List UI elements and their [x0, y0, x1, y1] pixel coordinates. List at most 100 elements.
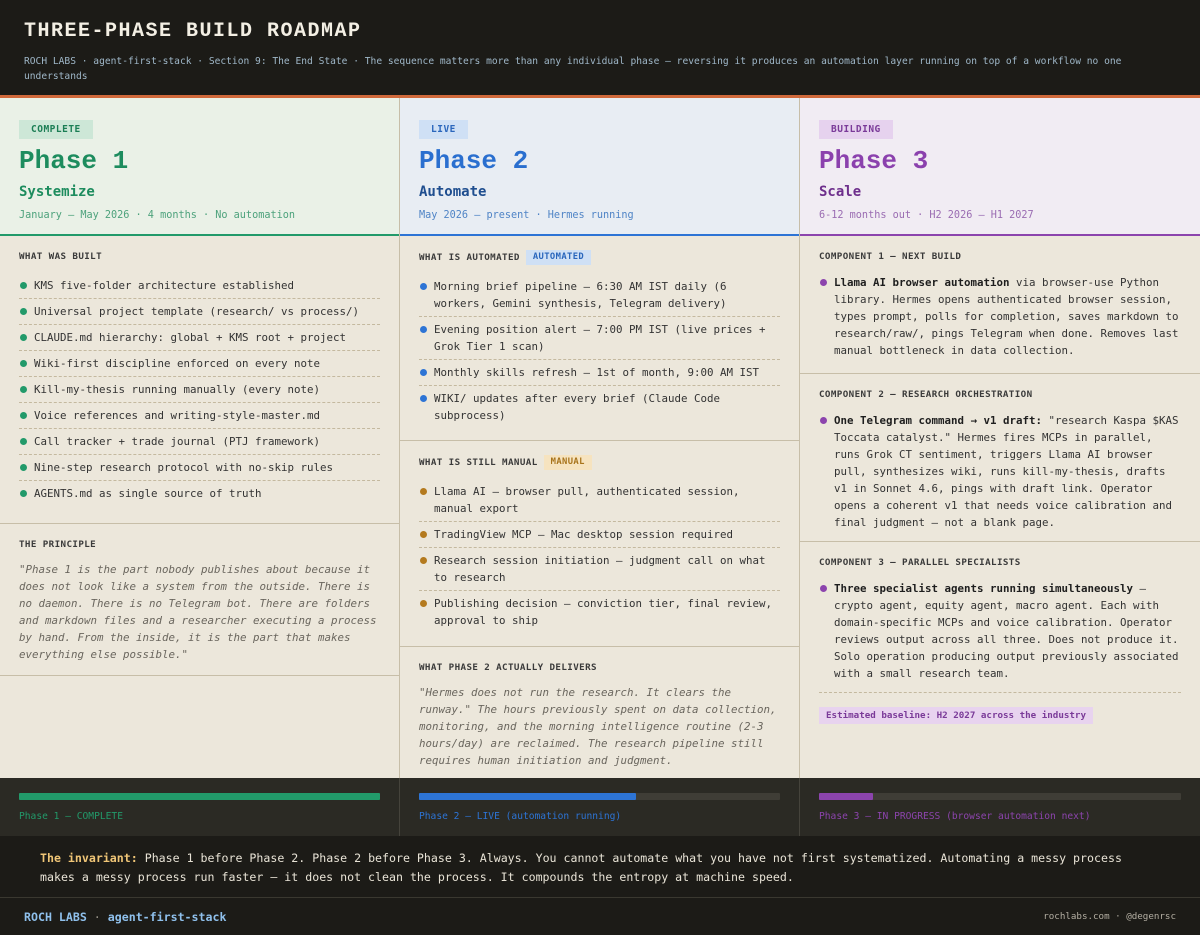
progress-track [819, 793, 1181, 800]
progress-label: Phase 2 — LIVE (automation running) [419, 811, 622, 822]
progress-fill [419, 793, 636, 800]
bullet-dot-icon [20, 386, 27, 393]
page-subtitle: ROCH LABS · agent-first-stack · Section … [24, 56, 1122, 82]
invariant-banner: The invariant: Phase 1 before Phase 2. P… [0, 836, 1200, 898]
phase-name: Scale [819, 184, 862, 200]
list-item: TradingView MCP — Mac desktop session re… [419, 522, 780, 548]
section-label: COMPONENT 3 — PARALLEL SPECIALISTS [819, 557, 1021, 568]
principle-section: THE PRINCIPLE "Phase 1 is the part nobod… [0, 524, 399, 676]
bullet-dot-icon [20, 308, 27, 315]
phase-2-column: LIVE Phase 2 Automate May 2026 — present… [400, 98, 800, 778]
bullet-dot-icon [820, 279, 827, 286]
bullet-dot-icon [420, 395, 427, 402]
phase-name: Automate [419, 184, 487, 200]
invariant-lead: The invariant: [40, 851, 138, 865]
phase-3-progress: Phase 3 — IN PROGRESS (browser automatio… [800, 778, 1200, 836]
progress-fill [819, 793, 874, 800]
manual-tag: MANUAL [543, 455, 592, 470]
bullet-dot-icon [20, 412, 27, 419]
phase-3-header: BUILDING Phase 3 Scale 6-12 months out ·… [800, 98, 1200, 236]
automated-tag: AUTOMATED [525, 250, 592, 265]
bullet-dot-icon [20, 360, 27, 367]
list-item: Kill-my-thesis running manually (every n… [19, 377, 380, 403]
section-label: COMPONENT 2 — RESEARCH ORCHESTRATION [819, 389, 1033, 400]
phase-2-progress: Phase 2 — LIVE (automation running) [400, 778, 800, 836]
bullet-dot-icon [420, 600, 427, 607]
list-item: Llama AI — browser pull, authenticated s… [419, 479, 780, 522]
phase-name: Systemize [19, 184, 95, 200]
section-label: COMPONENT 1 — NEXT BUILD [819, 251, 962, 262]
list-item: Universal project template (research/ vs… [19, 299, 380, 325]
list-item: KMS five-folder architecture established [19, 273, 380, 299]
progress-label: Phase 3 — IN PROGRESS (browser automatio… [819, 811, 1091, 822]
bullet-dot-icon [20, 490, 27, 497]
bullet-dot-icon [420, 557, 427, 564]
phase-3-column: BUILDING Phase 3 Scale 6-12 months out ·… [800, 98, 1200, 778]
bullet-dot-icon [420, 283, 427, 290]
phase-title: Phase 3 [819, 146, 929, 176]
invariant-text: Phase 1 before Phase 2. Phase 2 before P… [40, 851, 1122, 884]
status-badge: COMPLETE [19, 120, 93, 139]
list-item: Research session initiation — judgment c… [419, 548, 780, 591]
footer-brand: ROCH LABS · agent-first-stack [24, 909, 227, 924]
list-item: Evening position alert — 7:00 PM IST (li… [419, 317, 780, 360]
automated-list: Morning brief pipeline — 6:30 AM IST dai… [419, 274, 780, 428]
component-description: Three specialist agents running simultan… [819, 580, 1181, 682]
phase-1-progress: Phase 1 — COMPLETE [0, 778, 400, 836]
bullet-dot-icon [820, 417, 827, 424]
bullet-dot-icon [20, 438, 27, 445]
component-3-section: COMPONENT 3 — PARALLEL SPECIALISTS Three… [800, 542, 1200, 778]
header: THREE-PHASE BUILD ROADMAP ROCH LABS · ag… [0, 0, 1200, 98]
list-item: Publishing decision — conviction tier, f… [419, 591, 780, 633]
component-1-section: COMPONENT 1 — NEXT BUILD Llama AI browse… [800, 236, 1200, 374]
phase-columns: COMPLETE Phase 1 Systemize January — May… [0, 98, 1200, 778]
bullet-dot-icon [420, 488, 427, 495]
what-is-automated-section: WHAT IS AUTOMATED AUTOMATED Morning brie… [400, 236, 799, 441]
bullet-dot-icon [20, 464, 27, 471]
section-label: WHAT PHASE 2 ACTUALLY DELIVERS [419, 662, 597, 673]
list-item: Monthly skills refresh — 1st of month, 9… [419, 360, 780, 386]
phase-meta: January — May 2026 · 4 months · No autom… [19, 210, 296, 221]
component-2-section: COMPONENT 2 — RESEARCH ORCHESTRATION One… [800, 374, 1200, 542]
list-item: Wiki-first discipline enforced on every … [19, 351, 380, 377]
section-label: WHAT IS AUTOMATED AUTOMATED [419, 250, 780, 265]
list-item: CLAUDE.md hierarchy: global + KMS root +… [19, 325, 380, 351]
what-was-built-section: WHAT WAS BUILT KMS five-folder architect… [0, 236, 399, 524]
progress-track [19, 793, 380, 800]
list-item: Call tracker + trade journal (PTJ framew… [19, 429, 380, 455]
section-label: WHAT IS STILL MANUAL MANUAL [419, 455, 780, 470]
component-description: Llama AI browser automation via browser-… [819, 274, 1181, 359]
progress-label: Phase 1 — COMPLETE [19, 811, 123, 822]
list-item: Nine-step research protocol with no-skip… [19, 455, 380, 481]
phase-1-header: COMPLETE Phase 1 Systemize January — May… [0, 98, 399, 236]
delivers-quote: "Hermes does not run the research. It cl… [419, 686, 777, 767]
section-label: THE PRINCIPLE [19, 539, 97, 550]
footer-links: rochlabs.com · @degenrsc [1043, 911, 1176, 922]
baseline-wrap: Estimated baseline: H2 2027 across the i… [819, 692, 1181, 724]
component-description: One Telegram command → v1 draft: "resear… [819, 412, 1181, 531]
status-badge: LIVE [419, 120, 468, 139]
progress-fill [19, 793, 380, 800]
built-list: KMS five-folder architecture established… [19, 273, 380, 506]
phase-title: Phase 2 [419, 146, 529, 176]
delivers-section: WHAT PHASE 2 ACTUALLY DELIVERS "Hermes d… [400, 647, 799, 778]
phase-1-column: COMPLETE Phase 1 Systemize January — May… [0, 98, 400, 778]
phase-2-header: LIVE Phase 2 Automate May 2026 — present… [400, 98, 799, 236]
progress-row: Phase 1 — COMPLETE Phase 2 — LIVE (autom… [0, 778, 1200, 836]
bullet-dot-icon [20, 282, 27, 289]
what-is-manual-section: WHAT IS STILL MANUAL MANUAL Llama AI — b… [400, 441, 799, 647]
section-label: WHAT WAS BUILT [19, 251, 103, 262]
principle-quote: "Phase 1 is the part nobody publishes ab… [19, 563, 377, 661]
bullet-dot-icon [420, 531, 427, 538]
phase-meta: May 2026 — present · Hermes running [419, 210, 634, 221]
list-item: WIKI/ updates after every brief (Claude … [419, 386, 780, 428]
list-item: Voice references and writing-style-maste… [19, 403, 380, 429]
footer: ROCH LABS · agent-first-stack rochlabs.c… [0, 898, 1200, 935]
list-item: AGENTS.md as single source of truth [19, 481, 380, 506]
phase-meta: 6-12 months out · H2 2026 — H1 2027 [819, 210, 1034, 221]
bullet-dot-icon [420, 326, 427, 333]
bullet-dot-icon [20, 334, 27, 341]
phase-title: Phase 1 [19, 146, 129, 176]
page-title: THREE-PHASE BUILD ROADMAP [24, 20, 362, 43]
status-badge: BUILDING [819, 120, 893, 139]
